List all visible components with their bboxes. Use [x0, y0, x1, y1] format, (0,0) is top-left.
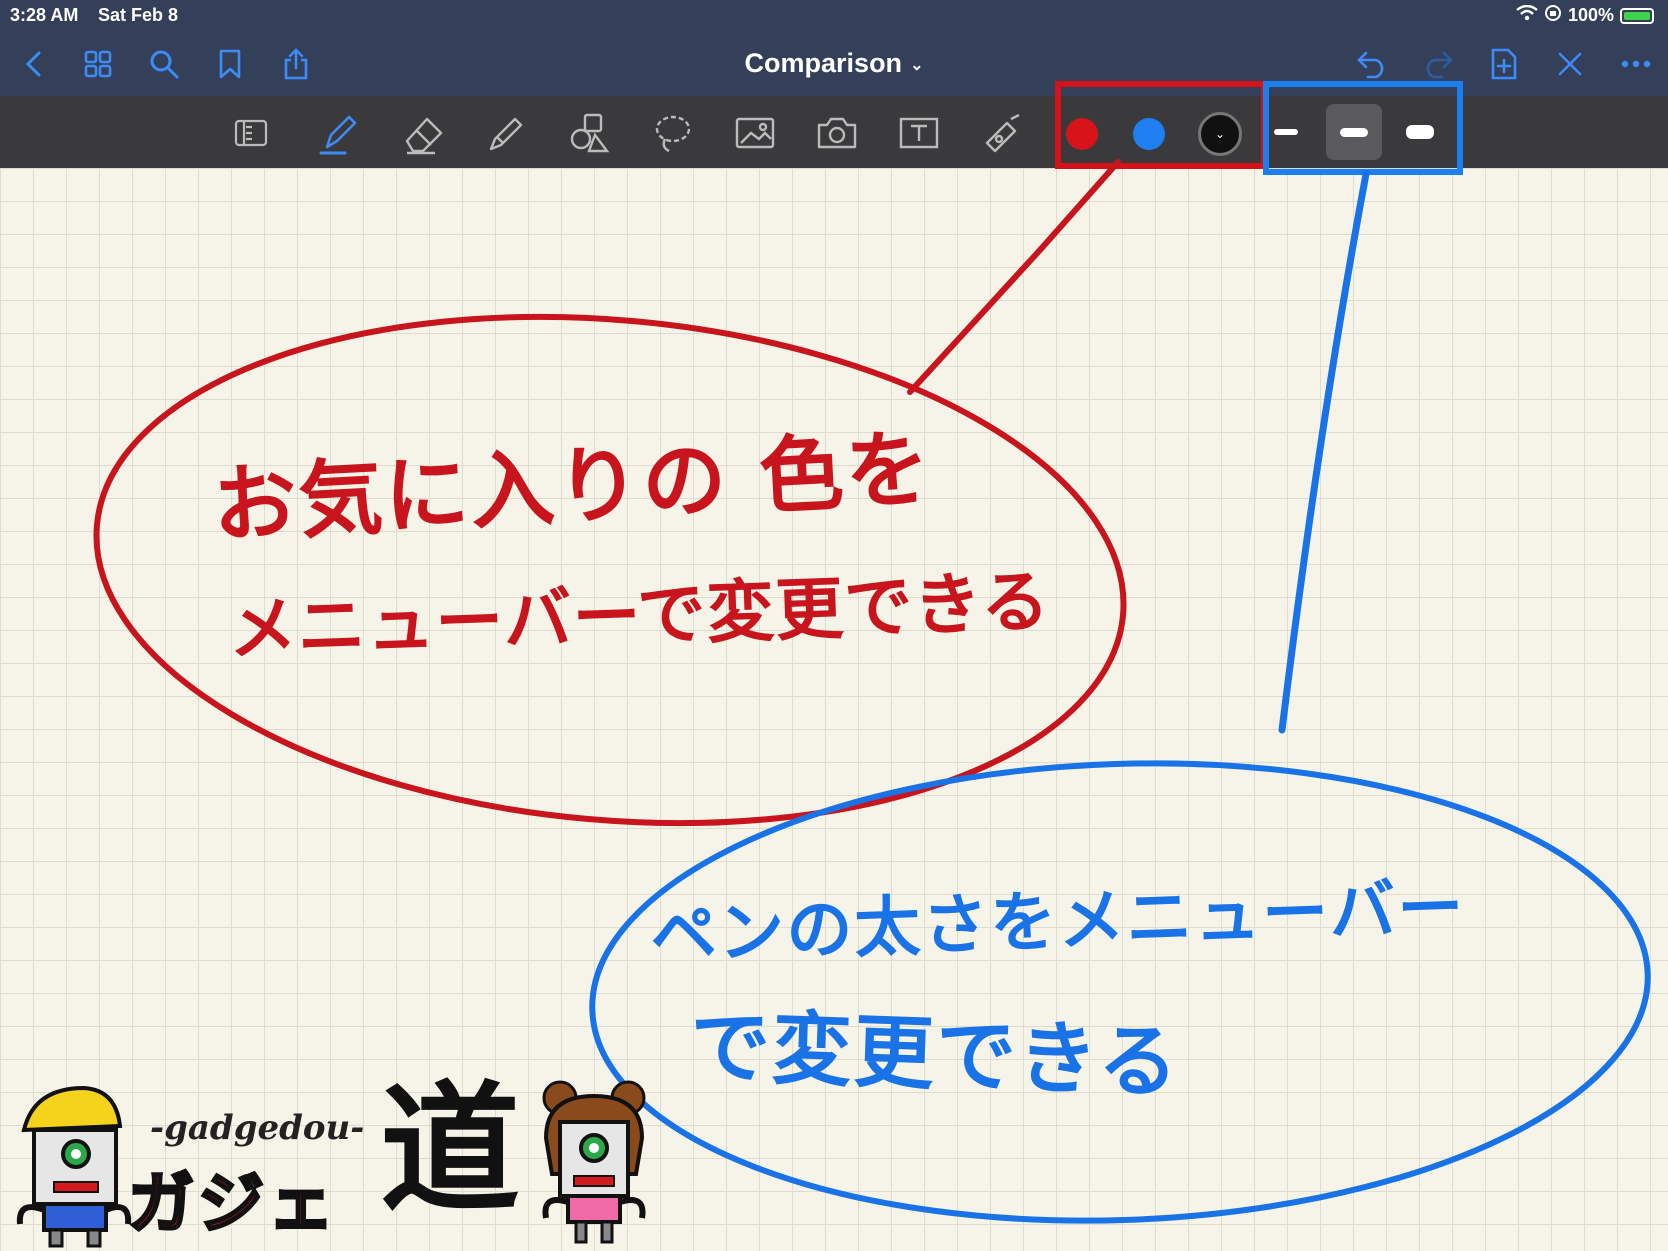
chevron-down-icon: ⌄ — [910, 56, 924, 74]
shapes-icon[interactable] — [566, 110, 612, 156]
goodnotes-screen: 3:28 AM Sat Feb 8 100% Comparison ⌄ ⌄ お気… — [0, 0, 1668, 1251]
battery-percent: 100% — [1567, 5, 1614, 25]
mascot-girl — [542, 1080, 646, 1244]
highlighter-icon[interactable] — [482, 110, 528, 156]
pen-icon[interactable] — [316, 110, 362, 156]
wifi-icon — [1516, 4, 1538, 26]
status-right: 100% — [1516, 4, 1654, 27]
chevron-down-icon: ⌄ — [1214, 127, 1226, 141]
add-page-icon[interactable] — [1486, 46, 1522, 82]
read-only-icon[interactable] — [228, 110, 274, 156]
status-date: Sat Feb 8 — [98, 5, 179, 25]
eraser-icon[interactable] — [400, 110, 446, 156]
color-swatch-blue[interactable] — [1133, 118, 1165, 150]
undo-icon[interactable] — [1354, 46, 1390, 82]
camera-icon[interactable] — [814, 110, 860, 156]
nav-bar: Comparison ⌄ — [0, 34, 1668, 94]
pen-size-thin[interactable] — [1258, 104, 1314, 160]
status-time: 3:28 AM — [10, 5, 79, 25]
more-icon[interactable] — [1618, 46, 1654, 82]
battery-charging-icon — [1620, 7, 1654, 24]
mascot-boy — [16, 1085, 132, 1248]
color-swatch-black[interactable]: ⌄ — [1198, 112, 1242, 156]
orientation-lock-icon — [1544, 4, 1562, 27]
logo-kanji-text: 道 — [380, 1068, 521, 1232]
logo-kana-text: ガジェ — [127, 1164, 338, 1244]
blue-annotation-line2: で変更できる — [688, 999, 1182, 1110]
top-bar: 3:28 AM Sat Feb 8 100% Comparison ⌄ — [0, 0, 1668, 96]
pen-size-thick[interactable] — [1392, 104, 1448, 160]
laser-pointer-icon[interactable] — [978, 110, 1024, 156]
lasso-icon[interactable] — [650, 110, 696, 156]
image-icon[interactable] — [732, 110, 778, 156]
logo-roman-text: -gadgedou- — [150, 1108, 365, 1148]
document-title-text: Comparison — [744, 48, 903, 78]
redo-icon[interactable] — [1420, 46, 1456, 82]
document-title[interactable]: Comparison ⌄ — [0, 48, 1668, 79]
pen-size-medium[interactable] — [1326, 104, 1382, 160]
text-icon[interactable] — [896, 110, 942, 156]
color-swatch-red[interactable] — [1066, 118, 1098, 150]
status-bar: 3:28 AM Sat Feb 8 100% — [0, 0, 1668, 30]
close-icon[interactable] — [1552, 46, 1588, 82]
gadgedou-logo: -gadgedou- ガジェ 道 — [0, 1070, 660, 1251]
